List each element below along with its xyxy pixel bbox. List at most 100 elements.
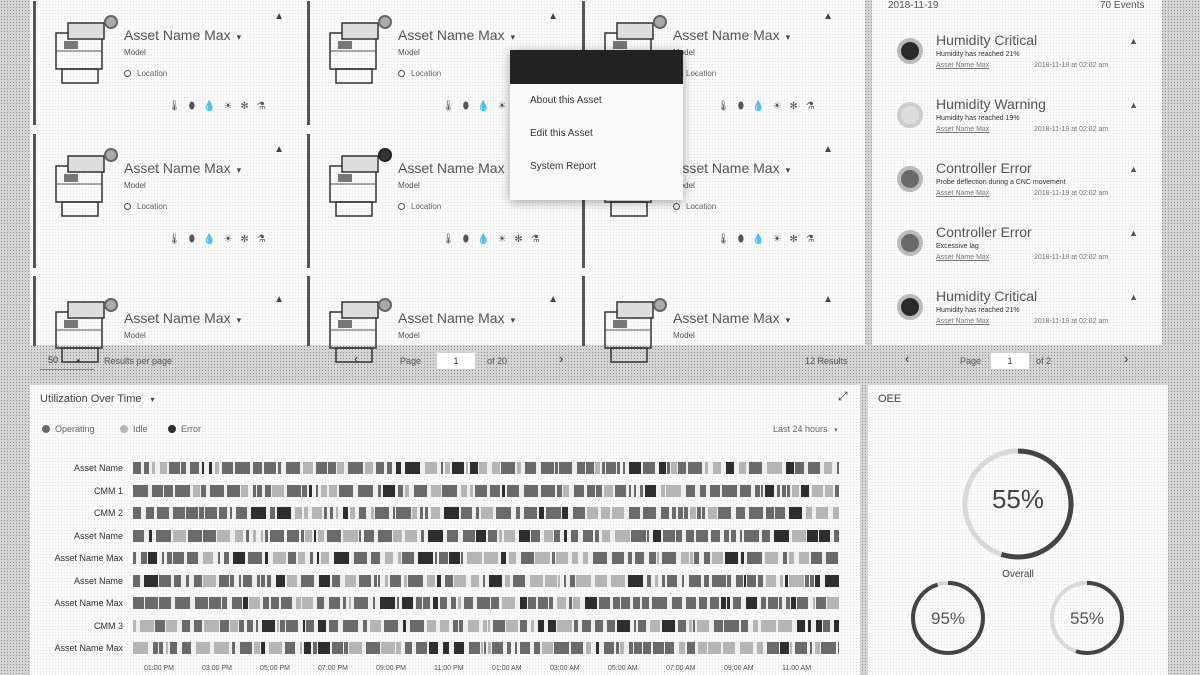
timeline-segment — [166, 619, 177, 632]
asset-name[interactable]: Asset Name Max▾ — [398, 310, 515, 326]
next-page-button[interactable]: › — [559, 351, 563, 366]
timeline-segment — [806, 507, 812, 519]
event-asset-link[interactable]: Asset Name Max — [936, 318, 989, 325]
asset-card[interactable]: Asset Name Max ▾ Model ▲ — [33, 276, 296, 363]
asset-name[interactable]: Asset Name Max▾ — [124, 310, 241, 326]
location-pin-icon — [398, 203, 405, 210]
timeline-row-bar[interactable] — [133, 529, 839, 542]
alert-bell-icon[interactable]: ▲ — [823, 144, 833, 155]
asset-card[interactable]: Asset Name Max ▾ Model ▲ — [307, 276, 570, 363]
timeline-segment — [659, 462, 666, 474]
event-asset-link[interactable]: Asset Name Max — [936, 254, 989, 261]
timeline-row-bar[interactable] — [133, 462, 839, 474]
page-input[interactable]: 1 — [436, 352, 476, 370]
timeline-segment — [515, 642, 517, 654]
alert-bell-icon[interactable]: ▲ — [274, 11, 284, 22]
asset-name[interactable]: Asset Name Max▾ — [673, 27, 790, 43]
asset-name[interactable]: Asset Name Max▾ — [124, 160, 241, 176]
timeline-segment — [484, 642, 486, 654]
utilization-title[interactable]: Utilization Over Time ▾ — [40, 393, 155, 405]
alert-bell-icon[interactable]: ▲ — [823, 294, 833, 305]
asset-location-text: Location — [686, 69, 717, 78]
alert-bell-icon[interactable]: ▲ — [274, 294, 284, 305]
timeline-segment — [265, 552, 268, 564]
timeline-segment — [173, 507, 185, 519]
controller-error-icon — [897, 166, 923, 192]
time-range-select[interactable]: Last 24 hours ▾ — [773, 424, 838, 434]
thermometer-icon: 🌡 — [168, 101, 181, 112]
timeline-segment — [554, 642, 569, 654]
asset-name-text: Asset Name Max — [124, 310, 231, 326]
timeline-segment — [516, 507, 520, 519]
thermometer-icon: 🌡 — [442, 234, 455, 245]
alert-bell-icon[interactable]: ▲ — [1129, 36, 1138, 46]
legend-error: Error — [168, 424, 201, 434]
menu-item-edit-asset[interactable]: Edit this Asset — [510, 117, 683, 150]
menu-item-system-report[interactable]: System Report — [510, 150, 683, 183]
timeline-segment — [662, 574, 665, 587]
expand-icon[interactable]: ⤢ — [838, 389, 848, 404]
timeline-row-bar[interactable] — [133, 484, 839, 497]
per-page-select[interactable]: 50 ▾ — [40, 352, 94, 370]
timeline-tick-label: 01:00 PM — [144, 665, 174, 672]
timeline-segment — [257, 574, 260, 587]
timeline-segment — [538, 619, 544, 632]
oee-right-gauge: 55% — [1050, 581, 1124, 655]
timeline-row-bar[interactable] — [133, 619, 839, 632]
droplet-icon: ⬮ — [462, 234, 469, 245]
events-page-input[interactable]: 1 — [990, 352, 1030, 370]
timeline-segment — [239, 619, 244, 632]
asset-location: Location — [398, 69, 441, 78]
timeline-segment — [615, 529, 630, 542]
alert-bell-icon[interactable]: ▲ — [1129, 292, 1138, 302]
event-item[interactable]: Controller Error Probe deflection during … — [890, 160, 1150, 220]
timeline-segment — [152, 462, 155, 474]
timeline-segment — [440, 597, 447, 609]
menu-item-about-asset[interactable]: About this Asset — [510, 84, 683, 117]
alert-bell-icon[interactable]: ▲ — [1129, 164, 1138, 174]
asset-name[interactable]: Asset Name Max▾ — [398, 27, 515, 43]
alert-bell-icon[interactable]: ▲ — [274, 144, 284, 155]
event-asset-link[interactable]: Asset Name Max — [936, 126, 989, 133]
events-prev-page-button[interactable]: ‹ — [905, 351, 909, 366]
prev-page-button[interactable]: ‹ — [354, 351, 358, 366]
timeline-segment — [504, 529, 515, 542]
events-next-page-button[interactable]: › — [1124, 351, 1128, 366]
timeline-segment — [834, 529, 839, 542]
asset-name[interactable]: Asset Name Max▾ — [673, 310, 790, 326]
timeline-segment — [576, 574, 591, 587]
timeline-row-bar[interactable] — [133, 574, 839, 587]
asset-location-text: Location — [686, 202, 717, 211]
sun-icon: ☀ — [772, 234, 782, 245]
asset-card[interactable]: Asset Name Max ▾ Model Location 🌡 ⬮ 💧 ☀ ✻ ⚗ ▲ — [33, 1, 296, 125]
timeline-segment — [441, 462, 443, 474]
asset-card[interactable]: Asset Name Max ▾ Model ▲ — [582, 276, 845, 363]
alert-bell-icon[interactable]: ▲ — [823, 11, 833, 22]
asset-model: Model — [124, 181, 146, 190]
event-item[interactable]: Controller Error Excessive lag Asset Name … — [890, 224, 1150, 284]
timeline-row-bar[interactable] — [133, 507, 839, 519]
event-item[interactable]: Humidity Critical Humidity has reached 21… — [890, 32, 1150, 92]
asset-name[interactable]: Asset Name Max▾ — [398, 160, 515, 176]
timeline-segment — [634, 484, 636, 497]
timeline-row-bar[interactable] — [133, 597, 839, 609]
timeline-segment — [642, 597, 649, 609]
event-item[interactable]: Humidity Warning Humidity has reached 19%… — [890, 96, 1150, 156]
alert-bell-icon[interactable]: ▲ — [548, 11, 558, 22]
timeline-segment — [396, 462, 401, 474]
timeline-segment — [805, 574, 809, 587]
event-asset-link[interactable]: Asset Name Max — [936, 62, 989, 69]
timeline-row-bar[interactable] — [133, 642, 839, 654]
timeline-row-bar[interactable] — [133, 552, 839, 564]
asset-name[interactable]: Asset Name Max▾ — [124, 27, 241, 43]
timeline-segment — [263, 597, 269, 609]
timeline-segment — [230, 619, 238, 632]
alert-bell-icon[interactable]: ▲ — [548, 294, 558, 305]
alert-bell-icon[interactable]: ▲ — [1129, 228, 1138, 238]
event-description: Excessive lag — [936, 243, 979, 250]
asset-card[interactable]: Asset Name Max ▾ Model Location 🌡 ⬮ 💧 ☀ ✻ ⚗ ▲ — [33, 134, 296, 268]
alert-bell-icon[interactable]: ▲ — [1129, 100, 1138, 110]
event-asset-link[interactable]: Asset Name Max — [936, 190, 989, 197]
event-item[interactable]: Humidity Critical Humidity has reached 21… — [890, 288, 1150, 348]
asset-name[interactable]: Asset Name Max▾ — [673, 160, 790, 176]
